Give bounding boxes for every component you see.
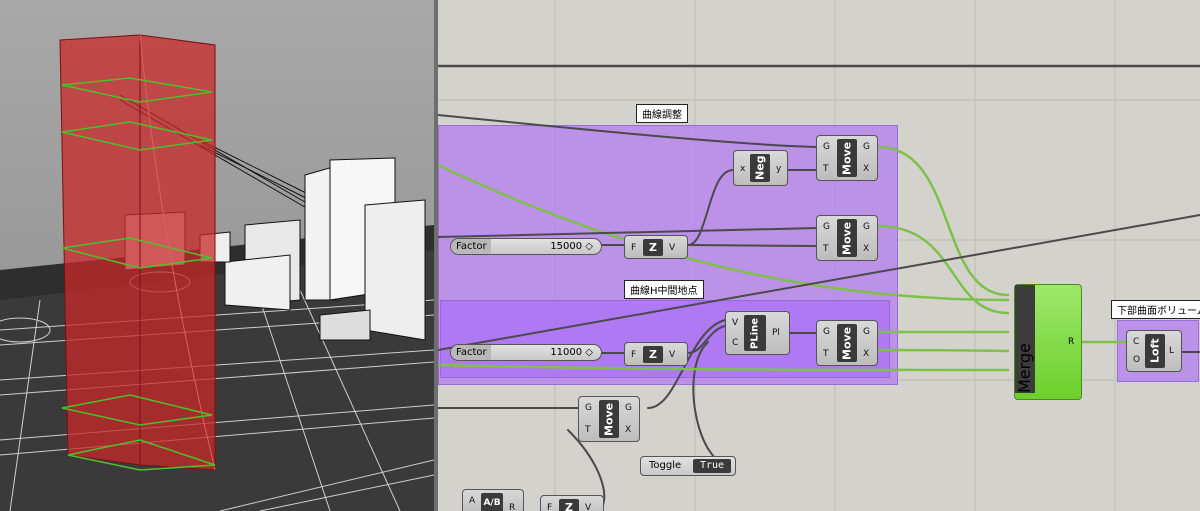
output-v: V — [669, 350, 676, 360]
merge-label: Merge — [1015, 343, 1034, 393]
loft-core: Loft — [1145, 334, 1165, 368]
viewport-scene — [0, 0, 434, 511]
input-c: C — [732, 338, 739, 348]
move-component-4[interactable]: G T Move G X — [578, 396, 640, 442]
move-label: Move — [840, 221, 854, 255]
slider-value: 15000 ◇ — [550, 241, 593, 252]
toggle-value[interactable]: True — [693, 459, 731, 473]
input-c: C — [1133, 337, 1140, 347]
z-label: Z — [649, 348, 657, 361]
input-g: G — [823, 222, 830, 232]
neg-component[interactable]: x Neg y — [733, 150, 788, 186]
output-g: G — [863, 142, 870, 152]
move-component-3[interactable]: G T Move G X — [816, 320, 878, 366]
output-v: V — [669, 243, 676, 253]
pline-label: PLine — [749, 317, 761, 349]
toggle-label: Toggle — [649, 460, 682, 471]
move-core: Move — [837, 324, 857, 362]
input-f: F — [547, 503, 553, 511]
output-g: G — [863, 222, 870, 232]
output-x: X — [863, 164, 870, 174]
merge-core: Merge — [1015, 285, 1035, 393]
z-label: Z — [565, 501, 573, 511]
loft-component[interactable]: C O Loft L — [1126, 330, 1182, 372]
ab-component[interactable]: A A/B R — [462, 489, 524, 511]
output-g: G — [625, 403, 632, 413]
input-f: F — [631, 243, 637, 253]
input-a: A — [469, 496, 476, 506]
output-y: y — [776, 164, 782, 174]
z-component-2[interactable]: F Z V — [624, 342, 688, 366]
slider-label: Factor — [451, 345, 491, 360]
neg-label: Neg — [753, 155, 767, 181]
output-g: G — [863, 327, 870, 337]
output-l: L — [1169, 346, 1175, 356]
ab-label: A/B — [483, 498, 501, 508]
z-core: Z — [559, 499, 579, 511]
z-component-3[interactable]: F Z V — [540, 495, 604, 511]
output-x: X — [863, 349, 870, 359]
move-core: Move — [599, 400, 619, 438]
ab-core: A/B — [481, 493, 503, 511]
input-g: G — [823, 142, 830, 152]
input-t: T — [823, 244, 829, 254]
move-component-2[interactable]: G T Move G X — [816, 215, 878, 261]
input-o: O — [1133, 355, 1141, 365]
z-component-1[interactable]: F Z V — [624, 235, 688, 259]
pline-component[interactable]: V C PLine Pl — [725, 311, 790, 355]
z-label: Z — [649, 241, 657, 254]
factor-slider-2[interactable]: Factor 11000 ◇ — [450, 344, 602, 361]
output-r: R — [1068, 337, 1075, 347]
boolean-toggle[interactable]: Toggle True — [640, 456, 736, 476]
input-t: T — [585, 425, 591, 435]
rhino-viewport[interactable] — [0, 0, 434, 511]
move-label: Move — [840, 326, 854, 360]
loft-label: Loft — [1148, 338, 1162, 364]
input-f: F — [631, 350, 637, 360]
output-r: R — [509, 503, 516, 511]
input-x: x — [740, 164, 746, 174]
output-pl: Pl — [772, 328, 780, 338]
move-label: Move — [602, 402, 616, 436]
move-core: Move — [837, 139, 857, 177]
output-v: V — [585, 503, 592, 511]
merge-component[interactable]: D1 D2 D3 D4 D5 D6 Merge R — [1014, 284, 1082, 400]
input-g: G — [823, 327, 830, 337]
slider-label: Factor — [451, 239, 491, 254]
group-label-lower-surface[interactable]: 下部曲面ボリューム — [1111, 300, 1200, 319]
group-label-curve-adjust[interactable]: 曲線調整 — [636, 104, 688, 123]
move-label: Move — [840, 141, 854, 175]
output-x: X — [625, 425, 632, 435]
move-core: Move — [837, 219, 857, 257]
input-g: G — [585, 403, 592, 413]
grasshopper-canvas[interactable]: 曲線調整 曲線H中間地点 下部曲面ボリューム Factor 15000 ◇ Fa… — [438, 0, 1200, 511]
move-component-1[interactable]: G T Move G X — [816, 135, 878, 181]
output-x: X — [863, 244, 870, 254]
z-core: Z — [643, 346, 663, 363]
pline-core: PLine — [744, 315, 766, 351]
input-t: T — [823, 349, 829, 359]
factor-slider-1[interactable]: Factor 15000 ◇ — [450, 238, 602, 255]
slider-value: 11000 ◇ — [550, 347, 593, 358]
z-core: Z — [643, 239, 663, 256]
group-label-curve-mid[interactable]: 曲線H中間地点 — [624, 280, 704, 299]
neg-core: Neg — [750, 154, 770, 182]
input-t: T — [823, 164, 829, 174]
input-v: V — [732, 318, 739, 328]
